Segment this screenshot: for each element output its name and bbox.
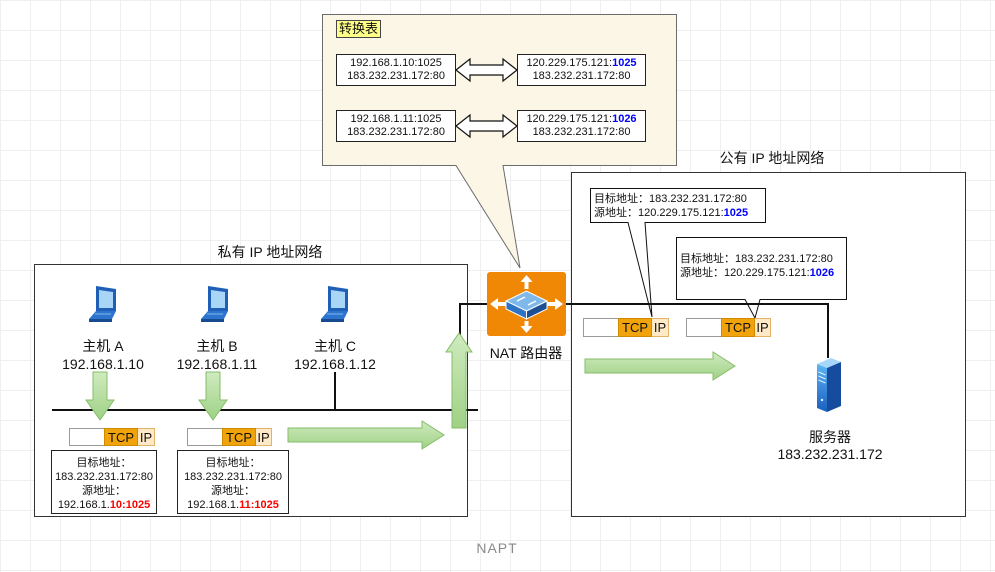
- source-address: 192.168.1.10:1025: [52, 498, 156, 512]
- host-ip: 192.168.1.11: [176, 356, 258, 372]
- destination-line: 目标地址：183.232.231.172:80: [594, 192, 762, 206]
- source-line: 源地址：120.229.175.121:1025: [594, 206, 762, 220]
- figure-caption: NAPT: [476, 540, 518, 556]
- tcp-header-segment: TCP: [104, 428, 138, 446]
- packet-payload-segment: [69, 428, 104, 446]
- source-label: 源地址：: [82, 485, 126, 497]
- source-line: 源地址：120.229.175.121:1026: [680, 266, 844, 280]
- packet-payload-segment: [583, 318, 618, 337]
- public-source-address: 120.229.175.121:1026: [518, 113, 645, 126]
- source-highlight: 10:1025: [109, 499, 151, 511]
- laptop-icon-graphic: [321, 286, 348, 322]
- ip-header-segment: IP: [755, 318, 771, 337]
- tcp-header-segment: TCP: [721, 318, 755, 337]
- translation-table-title: 转换表: [336, 20, 381, 38]
- ip-header-segment: IP: [256, 428, 272, 446]
- host-name: 主机 A: [82, 338, 124, 354]
- server-name: 服务器: [809, 429, 851, 445]
- private-source-address: 192.168.1.10:1025: [350, 57, 442, 69]
- destination-address: 183.232.231.172:80: [532, 126, 631, 138]
- destination-label: 目标地址：: [594, 193, 649, 205]
- laptop-icon: [199, 284, 231, 324]
- host-c-label: 主机 C 192.168.1.12: [280, 337, 390, 373]
- table-row-2-public-entry: 120.229.175.121:1026 183.232.231.172:80: [517, 110, 646, 142]
- destination-address: 183.232.231.172:80: [532, 70, 631, 82]
- source-address: 192.168.1.11:1025: [178, 498, 288, 512]
- source-highlight: 11:1025: [239, 499, 279, 511]
- source-ip-prefix: 120.229.175.121:: [638, 207, 724, 219]
- server-ip: 183.232.231.172: [777, 446, 883, 462]
- public-port: 1026: [612, 113, 637, 125]
- public-network-label: 公有 IP 地址网络: [719, 150, 825, 166]
- tcp-header-segment: TCP: [222, 428, 256, 446]
- public-ip-prefix: 120.229.175.121:: [526, 57, 613, 69]
- destination-address: 183.232.231.172:80: [735, 253, 833, 265]
- tcp-ip-packet-host-b: TCP IP: [187, 428, 272, 446]
- destination-label: 目标地址：: [76, 457, 132, 469]
- server-icon-graphic: [817, 358, 841, 412]
- public-packet-info-2: 目标地址：183.232.231.172:80 源地址：120.229.175.…: [680, 252, 844, 280]
- ip-header-segment: IP: [138, 428, 155, 446]
- laptop-icon: [319, 284, 351, 324]
- host-a-label: 主机 A 192.168.1.10: [48, 337, 158, 373]
- tcp-ip-packet-public-1: TCP IP: [583, 318, 669, 337]
- destination-address: 183.232.231.172:80: [347, 70, 445, 82]
- public-ip-prefix: 120.229.175.121:: [526, 113, 613, 125]
- router-icon: [487, 272, 566, 336]
- source-ip-prefix: 120.229.175.121:: [724, 267, 810, 279]
- table-row-1-public-entry: 120.229.175.121:1025 183.232.231.172:80: [517, 54, 646, 86]
- public-source-address: 120.229.175.121:1025: [518, 57, 645, 70]
- destination-address: 183.232.231.172:80: [55, 471, 153, 483]
- packet-info-host-b: 目标地址： 183.232.231.172:80 源地址： 192.168.1.…: [177, 450, 289, 514]
- host-b-label: 主机 B 192.168.1.11: [162, 337, 272, 373]
- public-packet-info-1: 目标地址：183.232.231.172:80 源地址：120.229.175.…: [594, 192, 762, 220]
- destination-line: 目标地址：183.232.231.172:80: [680, 252, 844, 266]
- host-ip: 192.168.1.10: [62, 356, 144, 372]
- source-port: 1025: [723, 207, 749, 219]
- router-icon-graphic: [487, 272, 566, 336]
- laptop-icon-graphic: [201, 286, 228, 322]
- tcp-ip-packet-host-a: TCP IP: [69, 428, 155, 446]
- laptop-icon: [87, 284, 119, 324]
- server-icon: [814, 356, 844, 414]
- packet-payload-segment: [187, 428, 222, 446]
- router-label: NAT 路由器: [489, 345, 563, 361]
- server-label: 服务器 183.232.231.172: [760, 429, 900, 463]
- destination-address: 183.232.231.172:80: [649, 193, 747, 205]
- tcp-ip-packet-public-2: TCP IP: [686, 318, 771, 337]
- laptop-icon-graphic: [89, 286, 116, 322]
- source-label: 源地址：: [211, 485, 255, 497]
- private-source-address: 192.168.1.11:1025: [350, 113, 442, 125]
- destination-label: 目标地址：: [205, 457, 261, 469]
- source-label: 源地址：: [680, 267, 724, 279]
- private-network-label: 私有 IP 地址网络: [217, 244, 323, 260]
- tcp-header-segment: TCP: [618, 318, 652, 337]
- packet-info-host-a: 目标地址： 183.232.231.172:80 源地址： 192.168.1.…: [51, 450, 157, 514]
- source-port: 1026: [809, 267, 835, 279]
- public-port: 1025: [612, 57, 637, 69]
- destination-address: 183.232.231.172:80: [347, 126, 445, 138]
- napt-diagram: 转换表 192.168.1.10:1025 183.232.231.172:80…: [0, 0, 995, 572]
- packet-payload-segment: [686, 318, 721, 337]
- host-name: 主机 B: [196, 338, 238, 354]
- destination-address: 183.232.231.172:80: [184, 471, 282, 483]
- source-label: 源地址：: [594, 207, 638, 219]
- source-ip-prefix: 192.168.1.: [57, 499, 110, 511]
- table-row-1-private-entry: 192.168.1.10:1025 183.232.231.172:80: [336, 54, 456, 86]
- source-ip-prefix: 192.168.1.: [187, 499, 240, 511]
- ip-header-segment: IP: [652, 318, 669, 337]
- host-ip: 192.168.1.12: [294, 356, 376, 372]
- destination-label: 目标地址：: [680, 253, 735, 265]
- host-name: 主机 C: [314, 338, 356, 354]
- table-row-2-private-entry: 192.168.1.11:1025 183.232.231.172:80: [336, 110, 456, 142]
